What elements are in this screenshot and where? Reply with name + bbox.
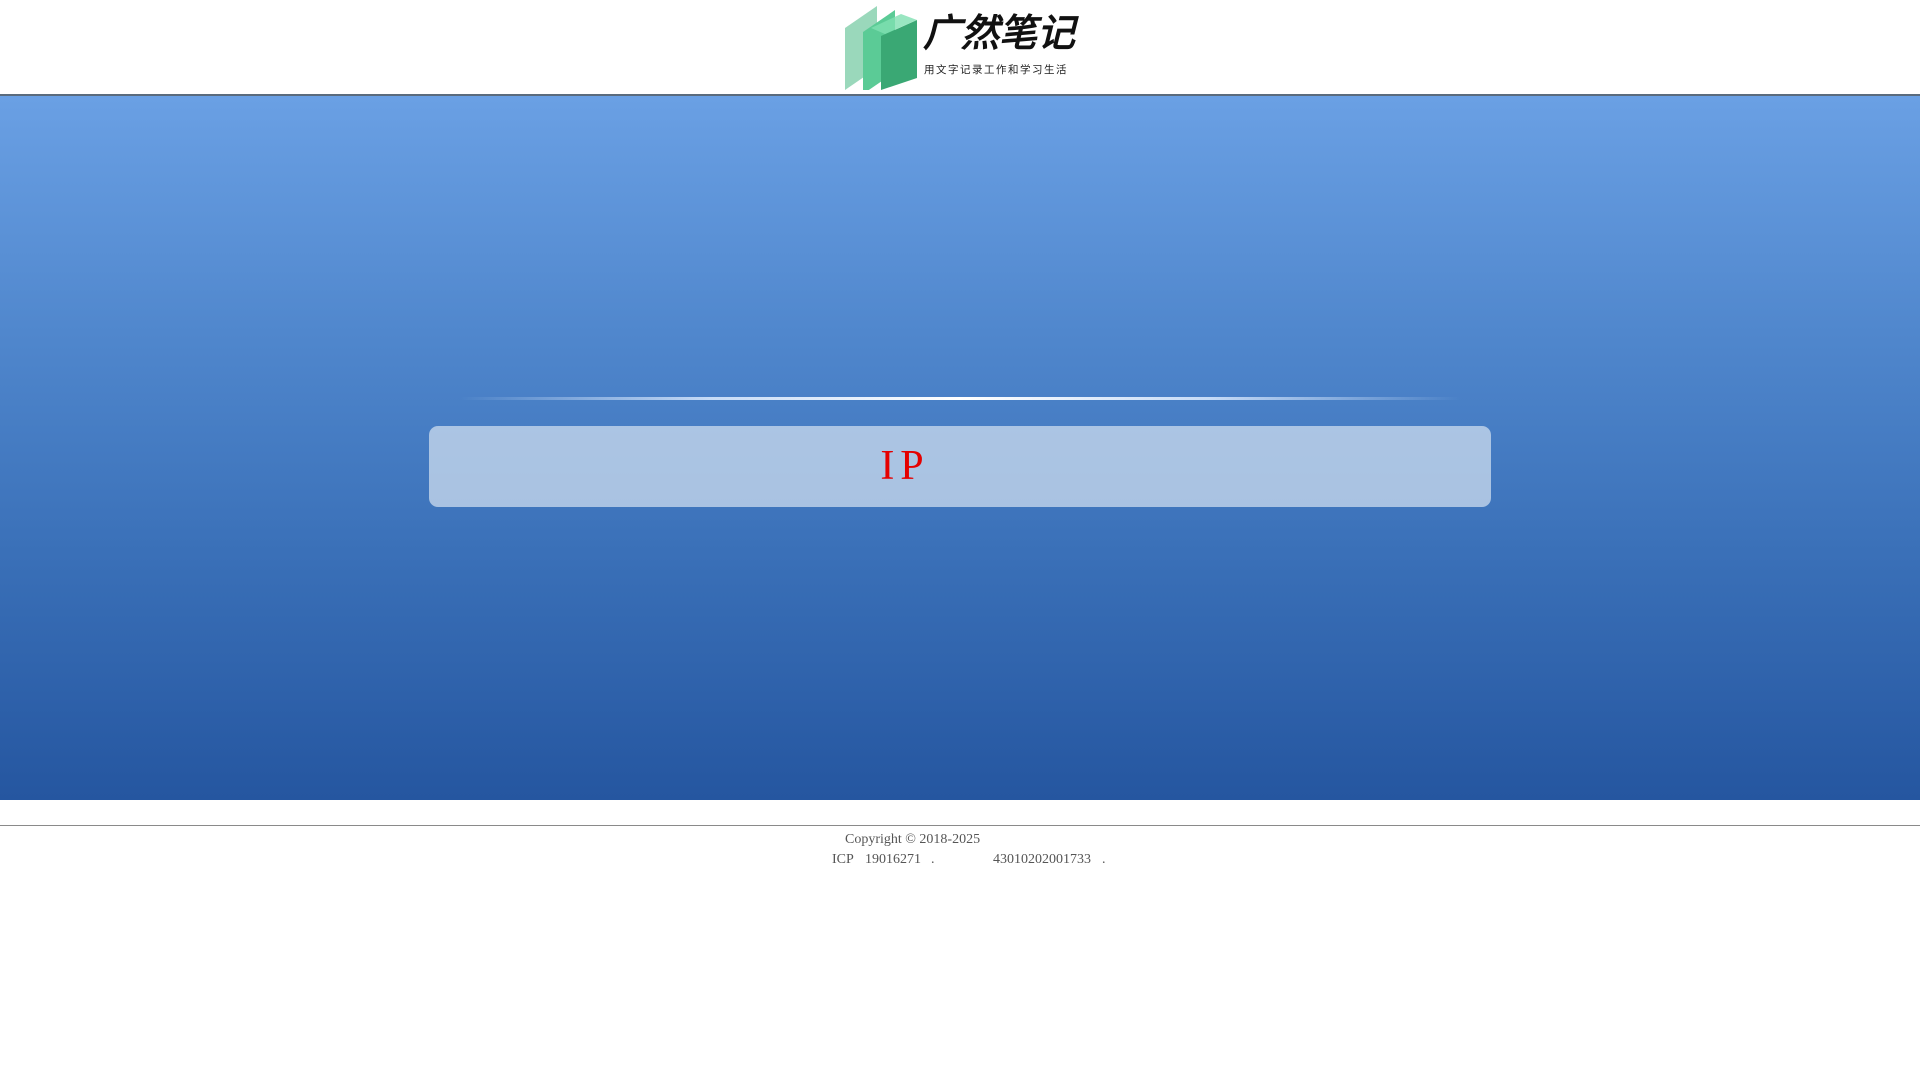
logo-title: 广然笔记 <box>923 11 1076 55</box>
notice-box: IP <box>429 426 1491 507</box>
icp-label-link[interactable]: ICP <box>832 851 854 869</box>
hero-banner: IP <box>0 96 1920 800</box>
logo-slogan: 用文字记录工作和学习生活 <box>924 64 1068 76</box>
footer-dot: . <box>931 852 935 867</box>
notice-text: IP <box>880 443 930 489</box>
book-logo-icon <box>845 6 917 90</box>
hero-divider-line <box>460 397 1460 400</box>
footer-copyright: Copyright © 2018-2025 <box>845 832 981 847</box>
icp-number-link[interactable]: 19016271 <box>865 851 921 869</box>
footer-dot: . <box>1102 852 1106 867</box>
site-header: 广然笔记 用文字记录工作和学习生活 <box>0 0 1920 96</box>
psb-number-link[interactable]: 43010202001733 <box>993 851 1091 869</box>
footer-divider <box>0 825 1920 826</box>
site-logo-link[interactable]: 广然笔记 用文字记录工作和学习生活 <box>845 6 1075 90</box>
